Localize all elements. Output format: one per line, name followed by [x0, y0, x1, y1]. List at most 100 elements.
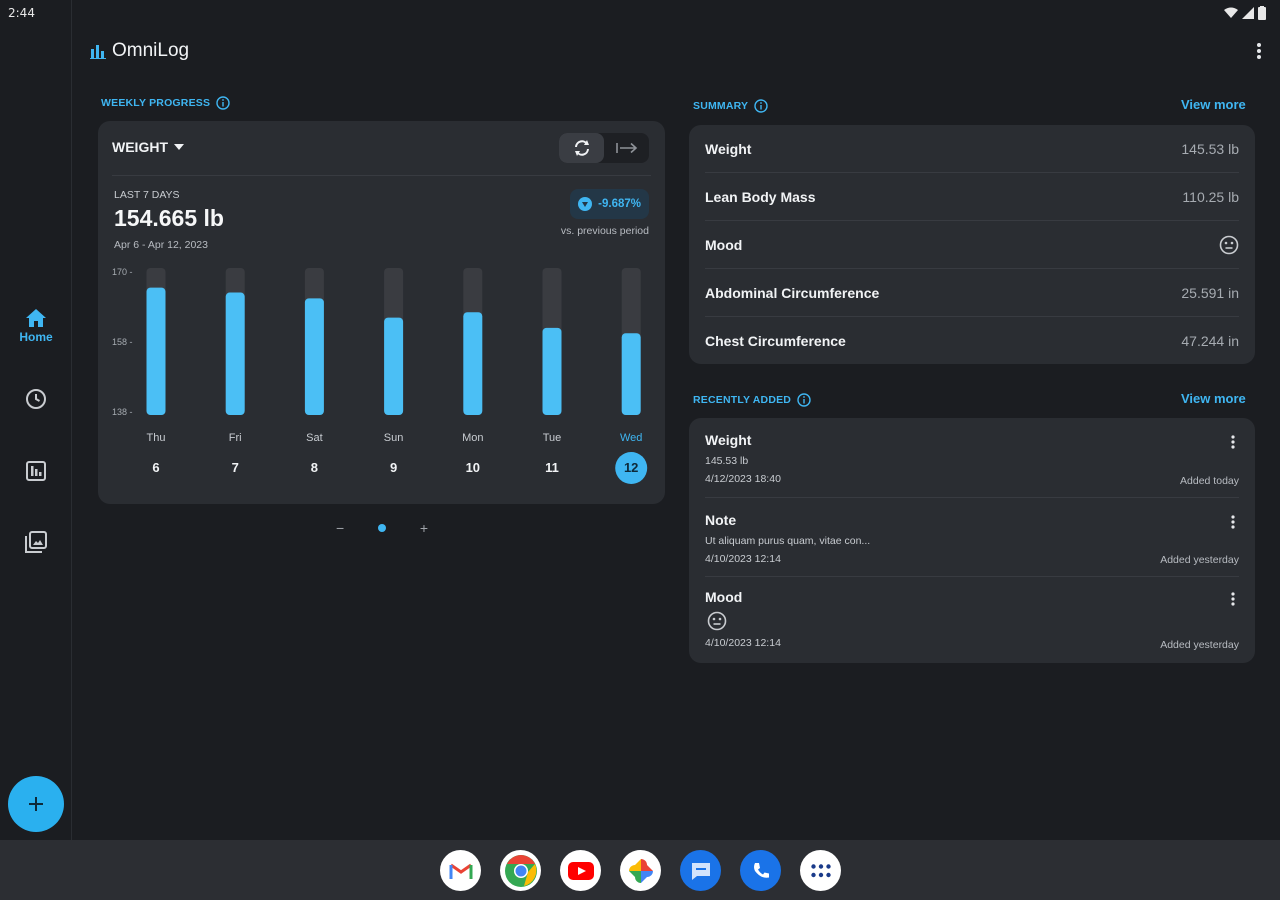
summary-row-chest-circumference[interactable]: Chest Circumference 47.244 in — [689, 317, 1255, 365]
neutral-face-icon — [707, 611, 727, 631]
day-number: 7 — [232, 460, 239, 475]
rail-item-reports[interactable] — [0, 460, 72, 482]
day-label: Thu — [147, 432, 166, 444]
summary-row-value: 47.244 in — [1181, 333, 1239, 349]
trend-down-icon — [578, 197, 593, 211]
entry-detail: 145.53 lb — [705, 455, 749, 467]
previous-page-button[interactable]: − — [336, 520, 344, 536]
status-bar: 2:44 — [0, 0, 1280, 28]
recent-view-more-link[interactable]: View more — [1181, 391, 1246, 406]
photo-library-icon — [25, 531, 47, 553]
day-label: Fri — [229, 432, 242, 444]
metric-dropdown-label: WEIGHT — [112, 139, 168, 155]
entry-menu-button[interactable] — [1231, 435, 1235, 454]
summary-row-weight[interactable]: Weight 145.53 lb — [689, 125, 1255, 173]
delta-caption: vs. previous period — [560, 225, 649, 237]
entry-menu-button[interactable] — [1231, 515, 1235, 534]
y-tick-label: 138 - — [112, 407, 133, 417]
weekly-value: 154.665 lb — [114, 205, 224, 231]
dropdown-arrow-icon — [174, 144, 184, 150]
day-number: 11 — [545, 460, 559, 475]
view-mode-toggle — [559, 133, 649, 163]
bar — [621, 333, 641, 415]
recent-entry-weight[interactable]: Weight 145.53 lb 4/12/2023 18:40 Added t… — [689, 418, 1255, 497]
summary-row-value: 145.53 lb — [1181, 141, 1239, 157]
summary-row-mood[interactable]: Mood — [689, 221, 1255, 269]
entry-title: Weight — [705, 432, 752, 448]
day-label: Tue — [543, 432, 562, 444]
bar — [542, 327, 562, 415]
recent-entry-note[interactable]: Note Ut aliquam purus quam, vitae con...… — [689, 498, 1255, 576]
day-label: Sun — [384, 432, 404, 444]
summary-row-lean-body-mass[interactable]: Lean Body Mass 110.25 lb — [689, 173, 1255, 221]
more-vert-icon — [1231, 435, 1235, 449]
entry-title: Note — [705, 512, 737, 528]
entry-menu-button[interactable] — [1231, 592, 1235, 611]
status-icons — [1224, 6, 1266, 20]
recently-added-header: RECENTLY ADDED — [693, 393, 811, 407]
arrow-right-bar-icon — [615, 142, 637, 154]
metric-dropdown[interactable]: WEIGHT — [112, 139, 184, 155]
recent-entry-mood[interactable]: Mood 4/10/2023 12:14 Added yesterday — [689, 577, 1255, 663]
navigation-rail: Home — [0, 0, 72, 840]
date-range: Apr 6 - Apr 12, 2023 — [114, 239, 208, 251]
next-page-button[interactable]: + — [420, 520, 428, 536]
chrome-icon[interactable] — [500, 850, 541, 891]
recently-added-title: RECENTLY ADDED — [693, 394, 792, 406]
more-vert-icon — [1231, 592, 1235, 606]
info-icon[interactable] — [754, 99, 768, 113]
youtube-icon[interactable] — [560, 850, 601, 891]
weekly-progress-header: WEEKLY PROGRESS — [101, 96, 230, 110]
summary-row-label: Chest Circumference — [705, 333, 846, 349]
rail-item-gallery[interactable] — [0, 530, 72, 554]
messages-icon[interactable] — [680, 850, 721, 891]
rail-item-home-label: Home — [19, 330, 53, 344]
day-number: 8 — [311, 460, 318, 475]
home-icon — [26, 309, 46, 327]
day-label: Sat — [306, 432, 323, 444]
day-label: Wed — [620, 432, 642, 444]
day-number: 12 — [624, 460, 638, 475]
summary-row-value: 110.25 lb — [1182, 189, 1239, 205]
weekly-bar-chart: 170 - 158 - 138 - Thu 6 Fri 7 Sat 8 Sun 9 Mon 10 Tue 1… — [112, 267, 648, 484]
summary-row-abdominal-circumference[interactable]: Abdominal Circumference 25.591 in — [689, 269, 1255, 317]
summary-view-more-link[interactable]: View more — [1181, 97, 1246, 112]
rail-item-history[interactable] — [0, 388, 72, 410]
summary-title: SUMMARY — [693, 100, 749, 112]
photos-icon[interactable] — [620, 850, 661, 891]
day-number: 9 — [390, 460, 397, 475]
entry-date: 4/10/2023 12:14 — [705, 553, 781, 565]
info-icon[interactable] — [216, 96, 230, 110]
more-vert-icon — [1257, 43, 1261, 59]
entry-date: 4/10/2023 12:14 — [705, 637, 781, 649]
entry-date: 4/12/2023 18:40 — [705, 473, 781, 485]
sync-mode-button[interactable] — [559, 133, 604, 163]
battery-icon — [1258, 6, 1266, 20]
summary-row-label: Weight — [705, 141, 752, 157]
chart-box-icon — [26, 461, 46, 481]
add-entry-button[interactable] — [8, 776, 64, 832]
phone-icon[interactable] — [740, 850, 781, 891]
gmail-icon[interactable] — [440, 850, 481, 891]
rail-item-home[interactable]: Home — [0, 308, 72, 344]
weekly-progress-card: WEIGHT LAST 7 DAYS 154.665 lb Apr 6 - Ap… — [98, 121, 665, 504]
app-overflow-menu[interactable] — [1256, 42, 1262, 65]
summary-row-value: 25.591 in — [1181, 285, 1239, 301]
day-label: Mon — [462, 432, 483, 444]
y-tick-label: 158 - — [112, 337, 133, 347]
info-icon[interactable] — [797, 393, 811, 407]
bar — [304, 298, 324, 415]
summary-header: SUMMARY — [693, 99, 768, 113]
wifi-icon — [1224, 7, 1238, 18]
page-indicator: − + — [336, 520, 428, 536]
arrow-mode-button[interactable] — [604, 133, 649, 163]
bar — [146, 287, 166, 415]
apps-icon[interactable] — [800, 850, 841, 891]
day-number: 10 — [466, 460, 480, 475]
card-divider — [112, 175, 651, 176]
bar — [463, 312, 483, 415]
y-tick-label: 170 - — [112, 267, 133, 277]
entry-detail: Ut aliquam purus quam, vitae con... — [705, 535, 871, 547]
day-number: 6 — [152, 460, 159, 475]
entry-added: Added yesterday — [1160, 639, 1239, 651]
